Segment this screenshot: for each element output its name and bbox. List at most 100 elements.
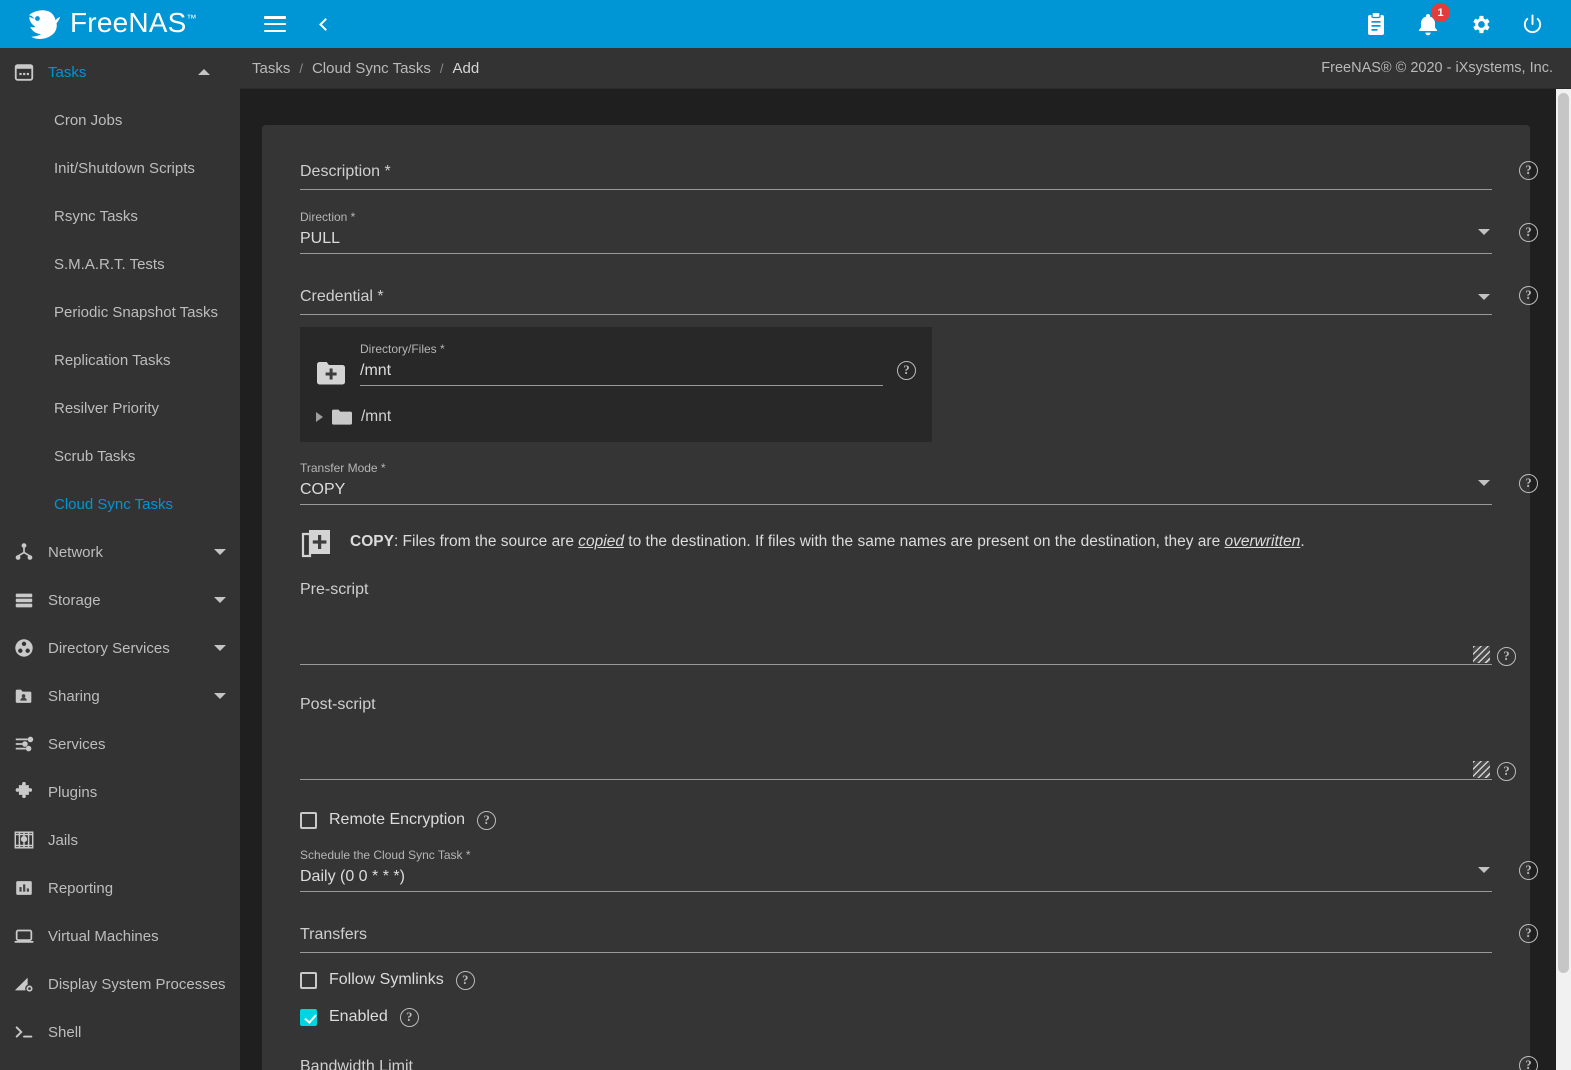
remote-encryption-label: Remote Encryption [329,811,465,829]
hamburger-icon[interactable] [262,11,288,37]
chevron-down-icon[interactable] [214,597,226,603]
description-input[interactable]: Description * [300,155,1492,190]
credential-field: Credential * ? [278,280,1514,315]
help-icon[interactable]: ? [1519,474,1538,493]
sidebar-item-storage[interactable]: Storage [0,576,240,624]
directory-files-input[interactable]: /mnt [360,357,883,386]
help-icon[interactable]: ? [400,1008,419,1027]
sidebar-item-rsync-tasks[interactable]: Rsync Tasks [0,192,240,240]
network-icon [0,541,48,563]
transfers-input[interactable]: Transfers [300,918,1492,953]
bandwidth-limit-field: Bandwidth Limit ? [278,1050,1514,1070]
resize-grip-handle[interactable] [1473,646,1490,663]
directory-tree-item[interactable]: /mnt [316,408,916,426]
help-icon[interactable]: ? [1519,286,1538,305]
help-icon[interactable]: ? [1519,223,1538,242]
help-icon[interactable]: ? [1519,861,1538,880]
chevron-down-icon[interactable] [214,549,226,555]
note-text-2: to the destination. If files with the sa… [624,533,1225,550]
sidebar-item-shell[interactable]: Shell [0,1008,240,1056]
sidebar-group-tasks[interactable]: Tasks [0,48,240,96]
breadcrumb-item-tasks[interactable]: Tasks [252,60,290,77]
sidebar-item-display-system-processes[interactable]: Display System Processes [0,960,240,1008]
help-icon[interactable]: ? [1519,1056,1538,1070]
follow-symlinks-checkbox[interactable] [300,972,317,989]
clipboard-icon[interactable] [1363,11,1389,37]
sidebar-item-init-shutdown-scripts[interactable]: Init/Shutdown Scripts [0,144,240,192]
help-icon[interactable]: ? [1497,647,1516,666]
sidebar-item-scrub-tasks[interactable]: Scrub Tasks [0,432,240,480]
gear-icon[interactable] [1467,11,1493,37]
help-icon[interactable]: ? [477,811,496,830]
pre-script-textarea[interactable]: Pre-script [300,581,1492,665]
help-icon[interactable]: ? [1519,924,1538,943]
storage-icon [0,589,48,611]
help-icon[interactable]: ? [1519,161,1538,180]
brand-logo[interactable]: FreeNAS™ [0,0,240,48]
main-content: Description * ? Direction * PULL ? Crede… [240,89,1571,1070]
sidebar-item-plugins[interactable]: Plugins [0,768,240,816]
chevron-down-icon[interactable] [214,693,226,699]
sidebar-item-label: Storage [48,592,214,609]
chevron-down-icon[interactable] [1478,867,1490,873]
transfer-mode-select[interactable]: Transfer Mode * COPY [300,460,1492,505]
directory-services-icon [0,637,48,659]
help-icon[interactable]: ? [456,971,475,990]
sidebar-item-jails[interactable]: Jails [0,816,240,864]
sidebar-item-label: Shell [48,1024,240,1041]
sidebar-item-resilver-priority[interactable]: Resilver Priority [0,384,240,432]
sidebar-item-reporting[interactable]: Reporting [0,864,240,912]
post-script-textarea[interactable]: Post-script [300,696,1492,780]
sidebar-subitem-label: Replication Tasks [54,352,170,369]
sidebar-item-smart-tests[interactable]: S.M.A.R.T. Tests [0,240,240,288]
credential-label: Credential * [300,280,1492,314]
direction-select[interactable]: Direction * PULL [300,209,1492,254]
sidebar-subitem-label: Rsync Tasks [54,208,138,225]
directory-tree-label: /mnt [361,408,391,426]
breadcrumb: Tasks / Cloud Sync Tasks / Add [252,60,479,77]
resize-grip-handle[interactable] [1473,761,1490,778]
sidebar-item-label: Network [48,544,214,561]
credential-select[interactable]: Credential * [300,280,1492,315]
laptop-icon [0,925,48,947]
sidebar-item-replication-tasks[interactable]: Replication Tasks [0,336,240,384]
help-icon[interactable]: ? [897,361,916,380]
sidebar-item-label: Directory Services [48,640,214,657]
sidebar-item-cloud-sync-tasks[interactable]: Cloud Sync Tasks [0,480,240,528]
chevron-left-icon[interactable] [310,11,336,37]
sidebar-item-periodic-snapshot-tasks[interactable]: Periodic Snapshot Tasks [0,288,240,336]
sidebar-item-directory-services[interactable]: Directory Services [0,624,240,672]
directory-files-panel: Directory/Files * /mnt ? /mnt [300,327,932,442]
enabled-label: Enabled [329,1008,388,1026]
chevron-down-icon[interactable] [214,645,226,651]
enabled-row: Enabled ? [278,1000,1514,1034]
sidebar-item-sharing[interactable]: Sharing [0,672,240,720]
scrollbar-thumb[interactable] [1558,93,1569,973]
pre-script-label: Pre-script [300,581,1492,599]
enabled-checkbox[interactable] [300,1009,317,1026]
chevron-right-icon[interactable] [316,412,323,422]
bell-icon[interactable]: 1 [1415,11,1441,37]
vertical-scrollbar[interactable] [1556,89,1571,1070]
schedule-select[interactable]: Schedule the Cloud Sync Task * Daily (0 … [300,847,1492,892]
schedule-label: Schedule the Cloud Sync Task * [300,847,1492,863]
breadcrumb-bar: Tasks / Cloud Sync Tasks / Add FreeNAS® … [240,48,1571,89]
chevron-down-icon[interactable] [1478,294,1490,300]
chevron-down-icon[interactable] [1478,480,1490,486]
sidebar-item-cron-jobs[interactable]: Cron Jobs [0,96,240,144]
chevron-down-icon[interactable] [1478,229,1490,235]
remote-encryption-row: Remote Encryption ? [278,803,1514,837]
note-em-1: copied [578,533,624,550]
sidebar-item-virtual-machines[interactable]: Virtual Machines [0,912,240,960]
breadcrumb-item-cloud-sync-tasks[interactable]: Cloud Sync Tasks [312,60,431,77]
remote-encryption-checkbox[interactable] [300,812,317,829]
bandwidth-limit-input[interactable]: Bandwidth Limit [300,1050,1492,1070]
help-icon[interactable]: ? [1497,762,1516,781]
chevron-up-icon[interactable] [198,69,210,75]
folder-plus-icon[interactable] [316,360,346,386]
trademark-mark: ™ [187,14,197,25]
power-icon[interactable] [1519,11,1545,37]
sidebar-item-services[interactable]: Services [0,720,240,768]
sidebar-item-network[interactable]: Network [0,528,240,576]
notification-badge: 1 [1431,3,1450,22]
